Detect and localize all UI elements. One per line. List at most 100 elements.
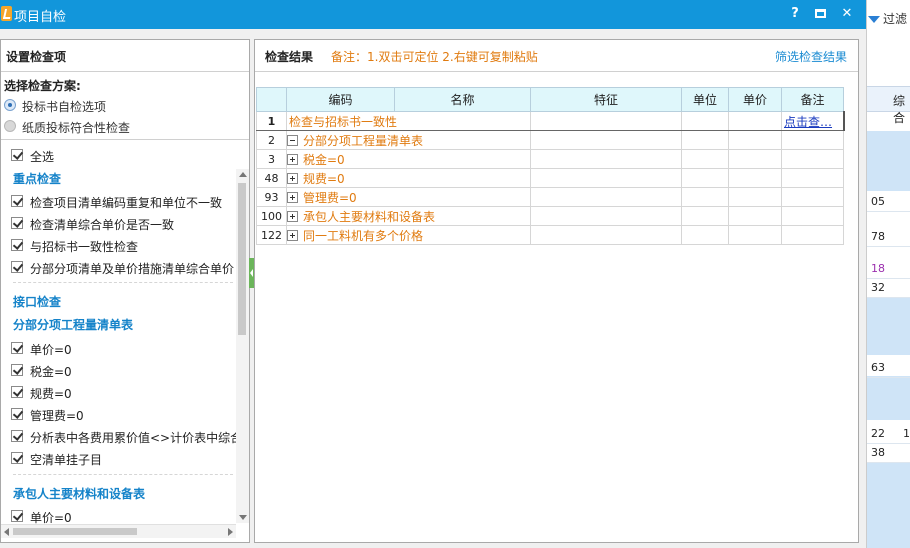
background-band (867, 131, 910, 191)
checkbox[interactable] (11, 510, 23, 522)
tree-node[interactable]: 规费=0 (286, 168, 531, 188)
maximize-button[interactable] (811, 5, 829, 23)
grid-cell (681, 206, 729, 226)
table-row[interactable]: 100 承包人主要材料和设备表 (256, 206, 844, 226)
checkbox[interactable] (11, 195, 23, 207)
scheme-option-label: 投标书自检选项 (22, 100, 107, 114)
expand-icon[interactable] (287, 172, 298, 184)
column-header[interactable]: 备注 (781, 87, 844, 112)
grid-cell (781, 130, 844, 150)
grid-cell (530, 130, 682, 150)
results-note: 备注：1.双击可定位 2.右键可复制粘贴 (331, 50, 538, 64)
results-grid: 编码 名称 特征 单位 单价 备注 1 检查与招标书一致性 点击查… 2 分部分… (256, 87, 845, 245)
tree-node-label: 分部分项工程量清单表 (303, 133, 424, 148)
background-grid-header: 综合 (867, 86, 910, 125)
grid-cell (681, 225, 729, 245)
background-cell: 32 (867, 279, 910, 298)
settings-panel: 设置检查项 选择检查方案: 投标书自检选项 纸质投标符合性检查 全选 重点检查 … (0, 39, 250, 543)
tree-node[interactable]: 承包人主要材料和设备表 (286, 206, 531, 226)
tree-node[interactable]: 税金=0 (286, 149, 531, 169)
scroll-right-arrow-icon[interactable] (228, 528, 233, 536)
checkbox[interactable] (11, 261, 23, 273)
tree-node[interactable]: 分部分项工程量清单表 (286, 130, 531, 150)
background-band (867, 297, 910, 355)
scroll-down-arrow-icon[interactable] (239, 515, 247, 520)
checkbox[interactable] (11, 452, 23, 464)
grid-cell (728, 130, 782, 150)
checkbox[interactable] (11, 430, 23, 442)
checkbox[interactable] (11, 239, 23, 251)
tree-node[interactable]: 管理费=0 (286, 187, 531, 207)
background-cell: 78 (867, 228, 910, 247)
table-row[interactable]: 122 同一工料机有多个价格 (256, 225, 844, 245)
column-header[interactable]: 单位 (681, 87, 729, 112)
grid-cell (530, 149, 682, 169)
background-header-label: 综合 (893, 94, 906, 125)
expand-icon[interactable] (287, 191, 298, 203)
scheme-option-label: 纸质投标符合性检查 (22, 121, 131, 135)
divider (13, 474, 233, 475)
vertical-scrollbar[interactable] (236, 169, 249, 523)
tree-node-label: 规费=0 (303, 171, 345, 186)
scroll-left-arrow-icon[interactable] (4, 528, 9, 536)
grid-cell (781, 206, 844, 226)
expand-icon[interactable] (287, 210, 298, 222)
grid-cell (681, 187, 729, 207)
row-number: 48 (256, 168, 287, 188)
tree-node-label: 税金=0 (303, 152, 345, 167)
screen: 过滤 综合 05 78 18 32 63 22 1 38 项目自检 ? ✕ 设置检… (0, 0, 910, 548)
scrollbar-thumb[interactable] (13, 528, 137, 535)
close-button[interactable]: ✕ (838, 5, 856, 23)
row-number: 122 (256, 225, 287, 245)
checkbox[interactable] (11, 149, 23, 161)
row-number-header (256, 87, 287, 112)
tree-node[interactable]: 同一工料机有多个价格 (286, 225, 531, 245)
tree-node-label: 管理费=0 (303, 190, 357, 205)
row-number: 100 (256, 206, 287, 226)
scrollbar-thumb[interactable] (238, 183, 246, 335)
table-row[interactable]: 2 分部分项工程量清单表 (256, 130, 844, 150)
expand-icon[interactable] (287, 229, 298, 241)
results-title: 检查结果 (265, 50, 314, 64)
background-filter-label: 过滤 (883, 12, 908, 26)
column-header[interactable]: 编码 (286, 87, 395, 112)
column-header[interactable]: 特征 (530, 87, 682, 112)
divider (1, 139, 249, 140)
checkbox[interactable] (11, 217, 23, 229)
filter-icon (868, 16, 880, 23)
checkbox[interactable] (11, 342, 23, 354)
horizontal-scrollbar[interactable] (1, 524, 236, 538)
window-title: 项目自检 (14, 10, 67, 25)
table-row[interactable]: 3 税金=0 (256, 149, 844, 169)
radio-selected[interactable] (4, 99, 16, 111)
results-panel: 检查结果 备注：1.双击可定位 2.右键可复制粘贴 筛选检查结果 编码 名称 特… (254, 39, 859, 543)
column-header[interactable]: 名称 (394, 87, 531, 112)
tree-node-label: 同一工料机有多个价格 (303, 228, 424, 243)
filter-results-link[interactable]: 筛选检查结果 (775, 48, 847, 65)
grid-cell (781, 225, 844, 245)
column-header[interactable]: 单价 (728, 87, 782, 112)
row-code: 检查与招标书一致性 (286, 111, 531, 131)
help-button[interactable]: ? (786, 5, 804, 23)
table-row[interactable]: 48 规费=0 (256, 168, 844, 188)
dialog-body: 设置检查项 选择检查方案: 投标书自检选项 纸质投标符合性检查 全选 重点检查 … (0, 29, 866, 548)
row-number: 2 (256, 130, 287, 150)
grid-cell (728, 225, 782, 245)
collapse-icon[interactable] (287, 134, 298, 146)
background-filter-button[interactable]: 过滤 (868, 10, 907, 27)
checkbox[interactable] (11, 408, 23, 420)
check-item-list: 全选 重点检查 检查项目清单编码重复和单位不一致 检查清单综合单价是否一致 与招… (11, 149, 236, 524)
checkbox[interactable] (11, 364, 23, 376)
grid-cell (530, 168, 682, 188)
view-details-link[interactable]: 点击查… (781, 111, 845, 131)
table-row[interactable]: 1 检查与招标书一致性 点击查… (256, 111, 845, 131)
grid-cell (681, 168, 729, 188)
table-row[interactable]: 93 管理费=0 (256, 187, 844, 207)
radio-unselected[interactable] (4, 120, 16, 132)
scroll-up-arrow-icon[interactable] (239, 172, 247, 177)
checkbox[interactable] (11, 386, 23, 398)
title-bar[interactable]: 项目自检 ? ✕ (0, 0, 866, 29)
expand-icon[interactable] (287, 153, 298, 165)
section-interface-check: 接口检查 (13, 295, 62, 309)
divider (255, 71, 858, 72)
